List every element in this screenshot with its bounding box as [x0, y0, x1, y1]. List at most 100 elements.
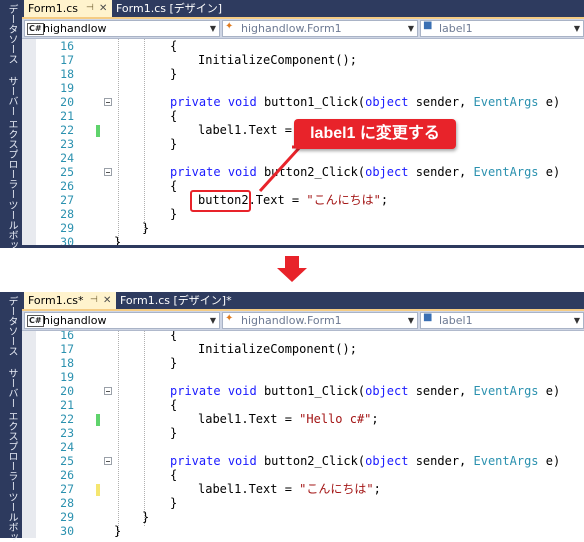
side-tab-datasource[interactable]: データソース	[4, 296, 18, 356]
field-icon: ■	[423, 312, 433, 323]
chevron-down-icon: ▼	[573, 24, 580, 33]
side-tab-toolbox[interactable]: ツールボッ	[4, 492, 18, 542]
tab-form1-designer[interactable]: Form1.cs [デザイン]	[112, 0, 242, 17]
annotation-callout: label1 に変更する	[294, 119, 456, 149]
code-text: e)	[538, 454, 561, 468]
code-line: 25 private void button2_Click(object sen…	[22, 454, 584, 468]
side-tab-server-explorer[interactable]: サーバー エクスプローラー	[4, 76, 18, 199]
project-name: highandlow	[43, 22, 107, 35]
keyword: void	[227, 384, 257, 398]
navigation-bar: C# highandlow ▼ ✦ highandlow.Form1 ▼ ■ l…	[22, 19, 584, 39]
class-dropdown[interactable]: ✦ highandlow.Form1 ▼	[222, 312, 418, 329]
project-name: highandlow	[43, 314, 107, 327]
line-number: 30	[60, 524, 74, 538]
code-editor[interactable]: 16 { 17 InitializeComponent(); 18 } 19 2…	[22, 39, 584, 248]
code-text: }	[170, 496, 178, 510]
field-icon: ■	[423, 20, 433, 31]
class-name: highandlow.Form1	[241, 314, 342, 327]
class-icon: ✦	[225, 313, 234, 324]
line-number: 19	[60, 370, 74, 384]
code-line: 26 {	[22, 468, 584, 482]
code-text: }	[170, 356, 178, 370]
code-text: ;	[373, 482, 381, 496]
code-line: 18 }	[22, 356, 584, 370]
line-number: 16	[60, 331, 74, 342]
line-number: 22	[60, 412, 74, 426]
line-number: 24	[60, 440, 74, 454]
project-dropdown[interactable]: C# highandlow ▼	[24, 20, 220, 37]
class-dropdown[interactable]: ✦ highandlow.Form1 ▼	[222, 20, 418, 37]
close-icon[interactable]: ✕	[103, 292, 111, 309]
code-text: }	[142, 510, 150, 524]
change-marker-saved	[96, 414, 100, 426]
line-number: 28	[60, 496, 74, 510]
member-dropdown[interactable]: ■ label1 ▼	[420, 20, 584, 37]
class-name: highandlow.Form1	[241, 22, 342, 35]
side-tab-toolbox[interactable]: ツールボッ	[4, 200, 18, 250]
change-marker-unsaved	[96, 484, 100, 496]
line-number: 23	[60, 426, 74, 440]
chevron-down-icon: ▼	[407, 316, 414, 325]
code-text: ;	[371, 412, 379, 426]
line-number: 27	[60, 482, 74, 496]
code-line: 23 }	[22, 426, 584, 440]
code-line: 29 }	[22, 510, 584, 524]
method-name: button2_Click(	[263, 454, 366, 468]
line-number: 17	[60, 342, 74, 356]
type-name: EventArgs	[473, 384, 539, 398]
side-tab-server-explorer[interactable]: サーバー エクスプローラー	[4, 368, 18, 491]
csharp-file-icon: C#	[27, 23, 44, 35]
chevron-down-icon: ▼	[407, 24, 414, 33]
keyword: void	[227, 454, 257, 468]
project-dropdown[interactable]: C# highandlow ▼	[24, 312, 220, 329]
button2-highlight-box	[190, 190, 251, 212]
pin-icon[interactable]: ⊣	[90, 292, 98, 309]
code-line: 16 {	[22, 331, 584, 342]
code-line: 24	[22, 440, 584, 454]
collapse-icon[interactable]	[104, 457, 112, 465]
code-text: InitializeComponent();	[198, 342, 357, 356]
tab-form1-cs[interactable]: Form1.cs ⊣ ✕	[24, 0, 112, 17]
code-text: {	[170, 398, 178, 412]
tab-form1-cs[interactable]: Form1.cs* ⊣ ✕	[24, 292, 116, 309]
keyword: private	[170, 384, 221, 398]
editor-before-panel: データソース サーバー エクスプローラー ツールボッ Form1.cs ⊣ ✕ …	[0, 0, 584, 250]
code-text: {	[170, 468, 178, 482]
csharp-file-icon: C#	[27, 315, 44, 327]
line-number: 18	[60, 356, 74, 370]
code-text: }	[170, 426, 178, 440]
member-name: label1	[439, 22, 473, 35]
editor-after-panel: データソース サーバー エクスプローラー ツールボッ Form1.cs* ⊣ ✕…	[0, 292, 584, 542]
chevron-down-icon: ▼	[209, 24, 216, 33]
down-arrow-head	[277, 268, 307, 282]
member-dropdown[interactable]: ■ label1 ▼	[420, 312, 584, 329]
code-line: 22 label1.Text = "Hello c#";	[22, 412, 584, 426]
code-line: 30 }	[22, 524, 584, 538]
pin-icon[interactable]: ⊣	[86, 0, 94, 17]
string-literal: "こんにちは"	[299, 482, 374, 496]
line-number: 26	[60, 468, 74, 482]
tab-form1-designer[interactable]: Form1.cs [デザイン]*	[116, 292, 256, 309]
code-line: 19	[22, 370, 584, 384]
line-number: 29	[60, 510, 74, 524]
panel-bottom-border	[22, 245, 584, 248]
navigation-bar: C# highandlow ▼ ✦ highandlow.Form1 ▼ ■ l…	[22, 311, 584, 331]
close-icon[interactable]: ✕	[99, 0, 107, 17]
keyword: object	[365, 454, 409, 468]
code-text: label1.Text =	[198, 482, 300, 496]
member-name: label1	[439, 314, 473, 327]
side-tab-datasource[interactable]: データソース	[4, 4, 18, 64]
code-text: {	[170, 331, 178, 342]
tab-label: Form1.cs*	[28, 294, 84, 307]
chevron-down-icon: ▼	[209, 316, 216, 325]
document-tab-bar: Form1.cs ⊣ ✕ Form1.cs [デザイン]	[22, 0, 584, 19]
side-toolwindow-strip: データソース サーバー エクスプローラー ツールボッ	[0, 0, 22, 250]
down-arrow-icon	[285, 256, 299, 268]
collapse-icon[interactable]	[104, 387, 112, 395]
code-editor[interactable]: 16 { 17 InitializeComponent(); 18 } 19 2…	[22, 331, 584, 538]
method-name: button1_Click(	[263, 384, 366, 398]
code-text: e)	[538, 384, 561, 398]
string-literal: "Hello c#"	[299, 412, 372, 426]
code-text: sender,	[408, 384, 474, 398]
document-tab-bar: Form1.cs* ⊣ ✕ Form1.cs [デザイン]*	[22, 292, 584, 311]
